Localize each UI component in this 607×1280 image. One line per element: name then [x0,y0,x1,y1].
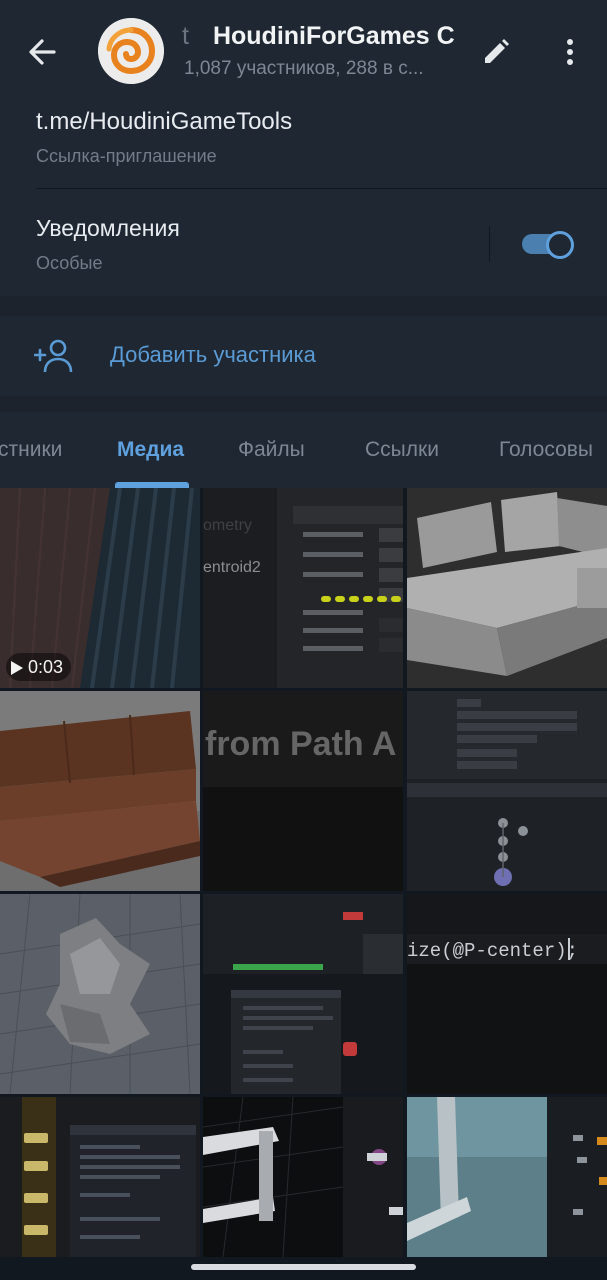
media-item-image[interactable]: ize(@P-center); [407,894,607,1094]
divider [36,188,607,189]
video-duration: 0:03 [28,657,64,677]
vertical-divider [489,226,490,262]
add-member-row[interactable]: Добавить участника [0,316,607,396]
notifications-value: Особые [36,253,103,273]
edit-button[interactable] [480,36,512,68]
group-info-section: t.me/HoudiniGameTools Ссылка-приглашение… [0,100,607,296]
media-caption: ize(@P-center); [407,940,578,962]
video-duration-badge: 0:03 [6,653,72,681]
tab-media[interactable]: Медиа [117,438,184,462]
media-thumbnail [0,894,200,1094]
media-thumbnail [407,488,607,688]
svg-text:ometry: ometry [203,517,252,534]
media-item-image[interactable] [0,1097,200,1257]
back-button[interactable] [22,32,62,72]
add-member-label: Добавить участника [110,342,316,367]
media-thumbnail: from Path A [203,691,403,891]
invite-link-caption: Ссылка-приглашение [36,146,217,166]
media-thumbnail [0,691,200,891]
media-item-image[interactable]: from Path A [203,691,403,891]
chat-header: t HoudiniForGames C 1,087 участников, 288… [0,0,607,100]
home-indicator[interactable] [191,1264,416,1270]
media-thumbnail [203,894,403,1094]
media-item-image[interactable] [0,691,200,891]
tab-links[interactable]: Ссылки [365,438,439,462]
tab-members[interactable]: стники [0,438,62,462]
invite-link[interactable]: t.me/HoudiniGameTools [36,108,292,136]
chat-title-prefix: t [182,22,189,50]
pencil-icon [485,39,509,63]
add-user-icon [34,339,73,373]
media-thumbnail: ize(@P-center); [407,894,607,1094]
media-thumbnail [407,691,607,891]
more-vertical-icon [567,39,573,65]
chat-title-text: HoudiniForGames C [212,22,455,50]
media-caption: entroid2 [203,559,261,576]
media-item-image[interactable] [203,1097,403,1257]
chat-title[interactable]: t HoudiniForGames C [182,22,462,56]
tab-voice[interactable]: Голосовы [499,438,593,462]
media-grid: 0:03 ometry entroid2 from Path A ize(@P-… [0,488,607,1280]
tab-files[interactable]: Файлы [238,438,305,462]
media-caption: from Path A [205,725,396,763]
media-item-image[interactable]: ometry entroid2 [203,488,403,688]
media-item-image[interactable] [407,1097,607,1257]
arrow-left-icon [29,39,56,65]
media-item-image[interactable] [0,894,200,1094]
media-thumbnail [407,1097,607,1257]
media-thumbnail: ometry entroid2 [203,488,403,688]
media-item-image[interactable] [203,894,403,1094]
media-tabs: стники Медиа Файлы Ссылки Голосовы [0,412,607,488]
media-item-image[interactable] [407,488,607,688]
media-thumbnail [203,1097,403,1257]
toggle-knob [546,231,574,259]
media-item-image[interactable] [407,691,607,891]
notifications-label[interactable]: Уведомления [36,215,180,242]
chat-subtitle: 1,087 участников, 288 в с... [184,58,424,79]
more-button[interactable] [556,36,584,68]
group-avatar[interactable] [98,18,164,84]
notifications-toggle[interactable] [522,231,574,259]
play-icon [11,661,23,676]
media-thumbnail [0,1097,200,1257]
media-item-video[interactable]: 0:03 [0,488,200,688]
